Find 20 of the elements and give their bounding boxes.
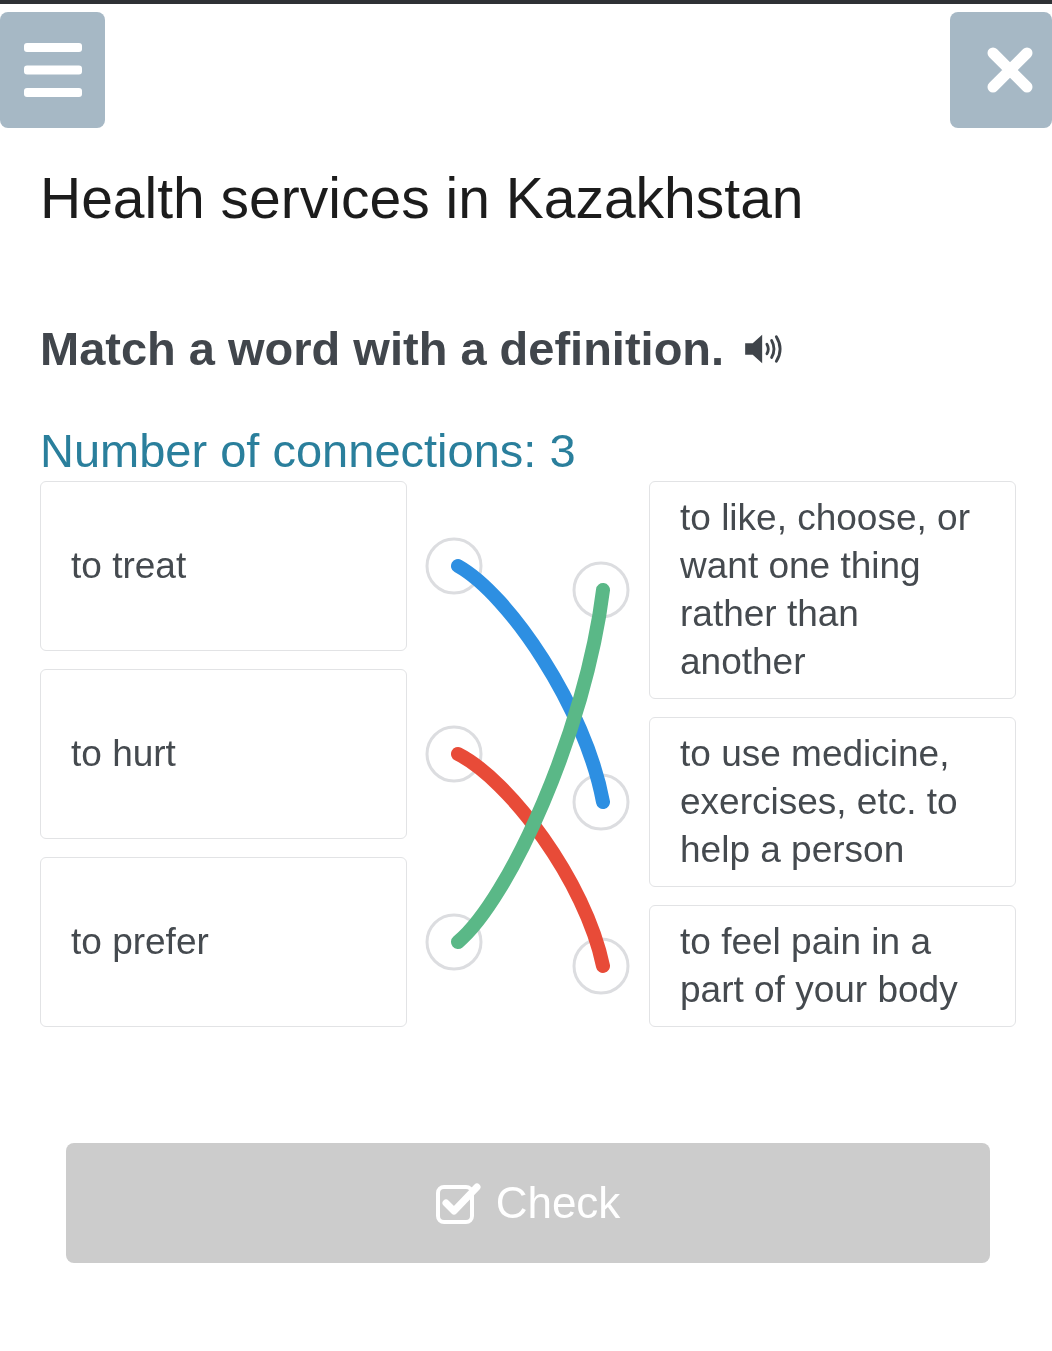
- menu-icon: [23, 43, 82, 97]
- ring-icon[interactable]: [572, 561, 630, 619]
- checkbox-icon: [435, 1181, 482, 1225]
- definition-card[interactable]: to like, choose, or want one thing rather than another: [649, 481, 1016, 699]
- definition-card[interactable]: to feel pain in a part of your body: [649, 905, 1016, 1027]
- ring-icon[interactable]: [425, 913, 483, 971]
- ring-icon[interactable]: [572, 937, 630, 995]
- menu-button[interactable]: [0, 12, 105, 128]
- page-title: Health services in Kazakhstan: [40, 170, 805, 227]
- word-card[interactable]: to treat: [40, 481, 407, 651]
- word-card[interactable]: to prefer: [40, 857, 407, 1027]
- instruction-text: Match a word with a definition.: [40, 325, 725, 372]
- close-button[interactable]: [950, 12, 1052, 128]
- ring-icon[interactable]: [425, 725, 483, 783]
- close-icon: [987, 47, 1033, 93]
- definition-card[interactable]: to use medicine, exercises, etc. to help a person: [649, 717, 1016, 887]
- ring-icon[interactable]: [572, 773, 630, 831]
- word-card[interactable]: to hurt: [40, 669, 407, 839]
- ring-icon[interactable]: [425, 537, 483, 595]
- connections-count: Number of connections: 3: [40, 427, 577, 474]
